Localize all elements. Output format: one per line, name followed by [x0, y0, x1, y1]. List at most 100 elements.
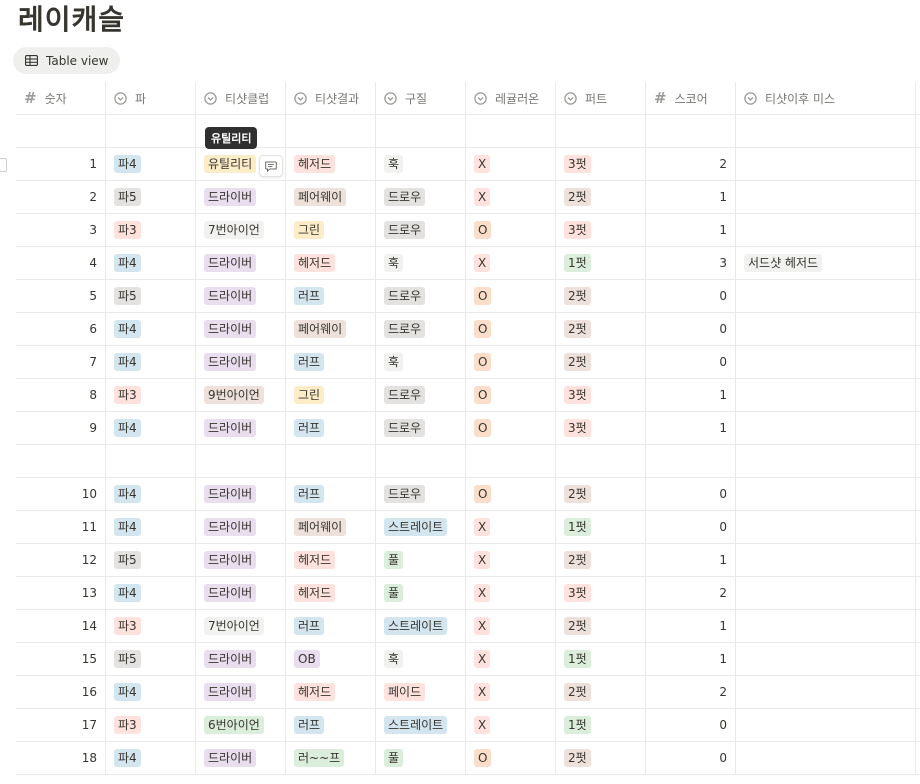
table-cell[interactable]: 9 — [16, 412, 106, 444]
table-cell[interactable]: O — [466, 478, 556, 510]
table-row[interactable]: 15 파5 드라이버 OB 훅 X 1펏 1 — [16, 643, 920, 676]
table-cell[interactable] — [646, 445, 736, 477]
table-row[interactable]: 6 파4 드라이버 페어웨이 드로우 O 2펏 0 — [16, 313, 920, 346]
table-cell[interactable]: 드로우 — [376, 181, 466, 213]
table-cell[interactable]: X — [466, 709, 556, 741]
table-cell[interactable]: X — [466, 148, 556, 180]
table-cell[interactable]: X — [466, 643, 556, 675]
table-cell[interactable] — [736, 115, 916, 147]
table-cell[interactable] — [646, 115, 736, 147]
table-cell[interactable]: 0 — [646, 346, 736, 378]
table-row[interactable]: 8 파3 9번아이언 그린 드로우 O 3펏 1 — [16, 379, 920, 412]
table-cell[interactable]: 1펏 — [556, 643, 646, 675]
table-cell[interactable]: 1 — [646, 214, 736, 246]
table-cell[interactable]: 드라이버 — [196, 577, 286, 609]
table-cell[interactable] — [736, 511, 916, 543]
table-cell[interactable]: 9번아이언 — [196, 379, 286, 411]
table-cell[interactable] — [736, 346, 916, 378]
table-row[interactable]: 11 파4 드라이버 페어웨이 스트레이트 X 1펏 0 — [16, 511, 920, 544]
column-header[interactable]: 티샷이후 미스 — [736, 82, 916, 114]
table-cell[interactable] — [106, 445, 196, 477]
table-cell[interactable]: 17 — [16, 709, 106, 741]
column-header[interactable]: 퍼트 — [556, 82, 646, 114]
table-cell[interactable] — [736, 742, 916, 774]
table-cell[interactable] — [196, 445, 286, 477]
table-cell[interactable]: O — [466, 346, 556, 378]
table-cell[interactable]: 2펏 — [556, 742, 646, 774]
table-cell[interactable]: 드라이버 — [196, 511, 286, 543]
table-cell[interactable]: 파4 — [106, 412, 196, 444]
table-cell[interactable]: O — [466, 412, 556, 444]
table-cell[interactable]: O — [466, 214, 556, 246]
table-cell[interactable]: 2 — [646, 148, 736, 180]
table-cell[interactable]: X — [466, 544, 556, 576]
table-cell[interactable]: OB — [286, 643, 376, 675]
table-cell[interactable]: 0 — [646, 742, 736, 774]
table-cell[interactable]: 파5 — [106, 643, 196, 675]
table-cell[interactable]: 5 — [16, 280, 106, 312]
table-cell[interactable]: 파5 — [106, 544, 196, 576]
table-cell[interactable]: 드로우 — [376, 313, 466, 345]
table-cell[interactable] — [736, 214, 916, 246]
table-cell[interactable]: X — [466, 511, 556, 543]
table-cell[interactable]: 러프 — [286, 280, 376, 312]
table-cell[interactable]: 훅 — [376, 643, 466, 675]
table-cell[interactable]: 러프 — [286, 610, 376, 642]
table-cell[interactable]: 드라이버 — [196, 181, 286, 213]
table-cell[interactable]: 1 — [646, 412, 736, 444]
table-cell[interactable]: 파4 — [106, 676, 196, 708]
table-cell[interactable]: 파3 — [106, 610, 196, 642]
table-cell[interactable]: 3 — [16, 214, 106, 246]
table-cell[interactable] — [736, 313, 916, 345]
table-cell[interactable]: 러프 — [286, 478, 376, 510]
table-row[interactable]: 10 파4 드라이버 러프 드로우 O 2펏 0 — [16, 478, 920, 511]
table-cell[interactable]: 드라이버 — [196, 313, 286, 345]
table-cell[interactable]: 드로우 — [376, 478, 466, 510]
table-cell[interactable]: 훅 — [376, 148, 466, 180]
table-cell[interactable]: X — [466, 610, 556, 642]
table-cell[interactable]: 파4 — [106, 148, 196, 180]
table-cell[interactable]: 1펏 — [556, 247, 646, 279]
table-cell[interactable]: 14 — [16, 610, 106, 642]
table-row[interactable]: 14 파3 7번아이언 러프 스트레이트 X 2펏 1 — [16, 610, 920, 643]
table-cell[interactable]: 풀 — [376, 577, 466, 609]
column-header[interactable]: 레귤러온 — [466, 82, 556, 114]
table-cell[interactable]: 러프 — [286, 412, 376, 444]
table-cell[interactable]: 1펏 — [556, 511, 646, 543]
table-cell[interactable]: 2 — [646, 676, 736, 708]
table-cell[interactable]: 3펏 — [556, 412, 646, 444]
table-cell[interactable]: 1 — [646, 379, 736, 411]
table-cell[interactable] — [736, 412, 916, 444]
table-cell[interactable]: 0 — [646, 313, 736, 345]
table-cell[interactable]: 13 — [16, 577, 106, 609]
comment-button[interactable] — [259, 155, 283, 177]
column-header[interactable]: # 숫자 — [16, 82, 106, 114]
table-cell[interactable]: 11 — [16, 511, 106, 543]
table-cell[interactable] — [736, 148, 916, 180]
table-cell[interactable]: 파4 — [106, 742, 196, 774]
table-cell[interactable]: 파4 — [106, 478, 196, 510]
table-row[interactable]: 5 파5 드라이버 러프 드로우 O 2펏 0 — [16, 280, 920, 313]
table-cell[interactable]: O — [466, 280, 556, 312]
table-cell[interactable]: O — [466, 313, 556, 345]
table-cell[interactable]: 페이드 — [376, 676, 466, 708]
table-cell[interactable]: 훅 — [376, 247, 466, 279]
table-cell[interactable]: 페어웨이 — [286, 181, 376, 213]
table-cell[interactable]: 7번아이언 — [196, 214, 286, 246]
table-cell[interactable]: 1 — [646, 610, 736, 642]
table-cell[interactable]: 드라이버 — [196, 247, 286, 279]
table-cell[interactable]: 1 — [646, 544, 736, 576]
table-row[interactable]: 16 파4 드라이버 헤저드 페이드 X 2펏 2 — [16, 676, 920, 709]
table-cell[interactable]: 3펏 — [556, 379, 646, 411]
table-cell[interactable]: 드라이버 — [196, 280, 286, 312]
table-cell[interactable]: X — [466, 247, 556, 279]
table-cell[interactable]: 2펏 — [556, 313, 646, 345]
table-cell[interactable]: 헤저드 — [286, 577, 376, 609]
table-cell[interactable]: 0 — [646, 280, 736, 312]
table-cell[interactable]: 1 — [16, 148, 106, 180]
table-row[interactable]: 1 파4 유틸리티 헤저드 훅 X 3펏 2 — [16, 148, 920, 181]
table-cell[interactable]: X — [466, 676, 556, 708]
table-cell[interactable]: 2펏 — [556, 610, 646, 642]
table-cell[interactable]: 2 — [16, 181, 106, 213]
table-cell[interactable]: 페어웨이 — [286, 511, 376, 543]
